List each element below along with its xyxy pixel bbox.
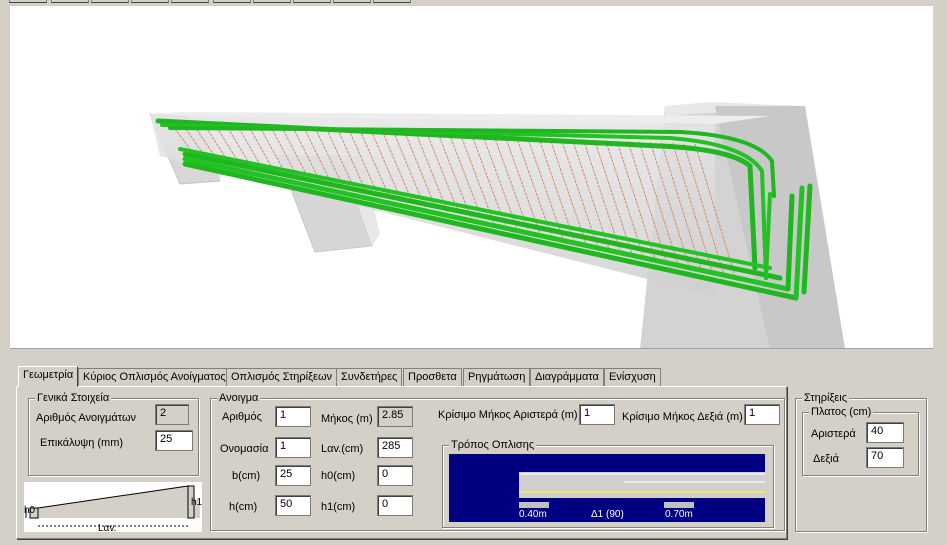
general-group-title: Γενικά Στοιχεία	[35, 391, 112, 405]
spans-count-label: Αριθμός Ανοιγμάτων	[36, 412, 137, 424]
tab-diagrams[interactable]: Διαγράμματα	[530, 368, 604, 386]
h1-label: h1(cm)	[321, 501, 356, 513]
tab-cracking[interactable]: Ρηγμάτωση	[463, 368, 531, 386]
support-left-input[interactable]: 40	[866, 422, 904, 443]
support-right-input[interactable]: 70	[866, 447, 904, 468]
spans-count-field: 2	[155, 404, 189, 425]
toolbar-button[interactable]	[171, 0, 209, 3]
mode-right-label: 0.70m	[665, 509, 693, 520]
tab-strengthening[interactable]: Ενίσχυση	[604, 368, 661, 386]
mode-left-label: 0.40m	[519, 509, 547, 520]
crit-left-label: Κρίσιμο Μήκος Αριστερά (m)	[438, 409, 578, 421]
b-label: b(cm)	[232, 470, 261, 482]
span-number-label: Αριθμός	[222, 411, 262, 423]
span-group-title: Ανοιγμα	[217, 391, 261, 405]
cover-label: Επικάλυψη (mm)	[40, 437, 124, 449]
h0-input[interactable]: 0	[377, 465, 413, 486]
b-input[interactable]: 25	[275, 465, 311, 486]
beam-3d-render	[149, 102, 845, 348]
span-number-input[interactable]: 1	[275, 406, 311, 427]
h0-label: h0(cm)	[321, 470, 356, 482]
h-input[interactable]: 50	[275, 495, 311, 516]
reinforcement-mode-preview[interactable]: 0.40m Δ1 (90) 0.70m	[449, 454, 765, 522]
toolbar-button[interactable]	[51, 0, 89, 3]
tab-geometry[interactable]: Γεωμετρία	[18, 366, 79, 387]
diagram-h1-label: h1	[191, 497, 203, 508]
toolbar-button[interactable]	[91, 0, 129, 3]
crit-right-input[interactable]: 1	[744, 404, 780, 425]
tab-main-reinforcement[interactable]: Κύριος Οπλισμός Ανοίγματος	[78, 368, 231, 386]
length-label: Μήκος (m)	[321, 413, 373, 425]
toolbar-button[interactable]	[9, 0, 47, 3]
tab-support-reinforcement[interactable]: Οπλισμός Στηρίξεων	[226, 368, 338, 386]
toolbar-button[interactable]	[253, 0, 291, 3]
length-field: 2.85	[377, 406, 413, 427]
cover-input[interactable]: 25	[155, 430, 193, 451]
supports-group-title: Στηρίξεις	[802, 391, 850, 405]
tab-stirrups[interactable]: Συνδετήρες	[336, 368, 403, 386]
beam-3d-viewport[interactable]	[10, 6, 933, 349]
toolbar-button[interactable]	[293, 0, 331, 3]
tab-additional[interactable]: Προσθετα	[403, 368, 462, 386]
reinforcement-mode-title: Τρόπος Οπλισης	[449, 438, 537, 452]
lav-input[interactable]: 285	[377, 437, 413, 458]
toolbar-button[interactable]	[333, 0, 371, 3]
support-width-title: Πλατος (cm)	[809, 405, 874, 419]
support-left-label: Αριστερά	[811, 428, 856, 440]
toolbar-button[interactable]	[213, 0, 251, 3]
support-right-label: Δεξιά	[813, 453, 839, 465]
toolbar-button[interactable]	[373, 0, 411, 3]
name-input[interactable]: 1	[275, 437, 311, 458]
mode-mid-label: Δ1 (90)	[591, 509, 624, 520]
crit-right-label: Κρίσιμο Μήκος Δεξιά (m)	[622, 411, 743, 423]
h-label: h(cm)	[229, 501, 258, 513]
crit-left-input[interactable]: 1	[579, 404, 615, 425]
toolbar-button[interactable]	[131, 0, 169, 3]
h1-input[interactable]: 0	[377, 495, 413, 516]
name-label: Ονομασία	[220, 443, 269, 455]
lav-label: Lαv.(cm)	[321, 443, 364, 455]
diagram-lav-label: Lαv.	[98, 523, 117, 534]
diagram-h0-label: h0	[24, 505, 36, 516]
beam-geometry-diagram: h0 h1 Lαv.	[24, 482, 203, 534]
